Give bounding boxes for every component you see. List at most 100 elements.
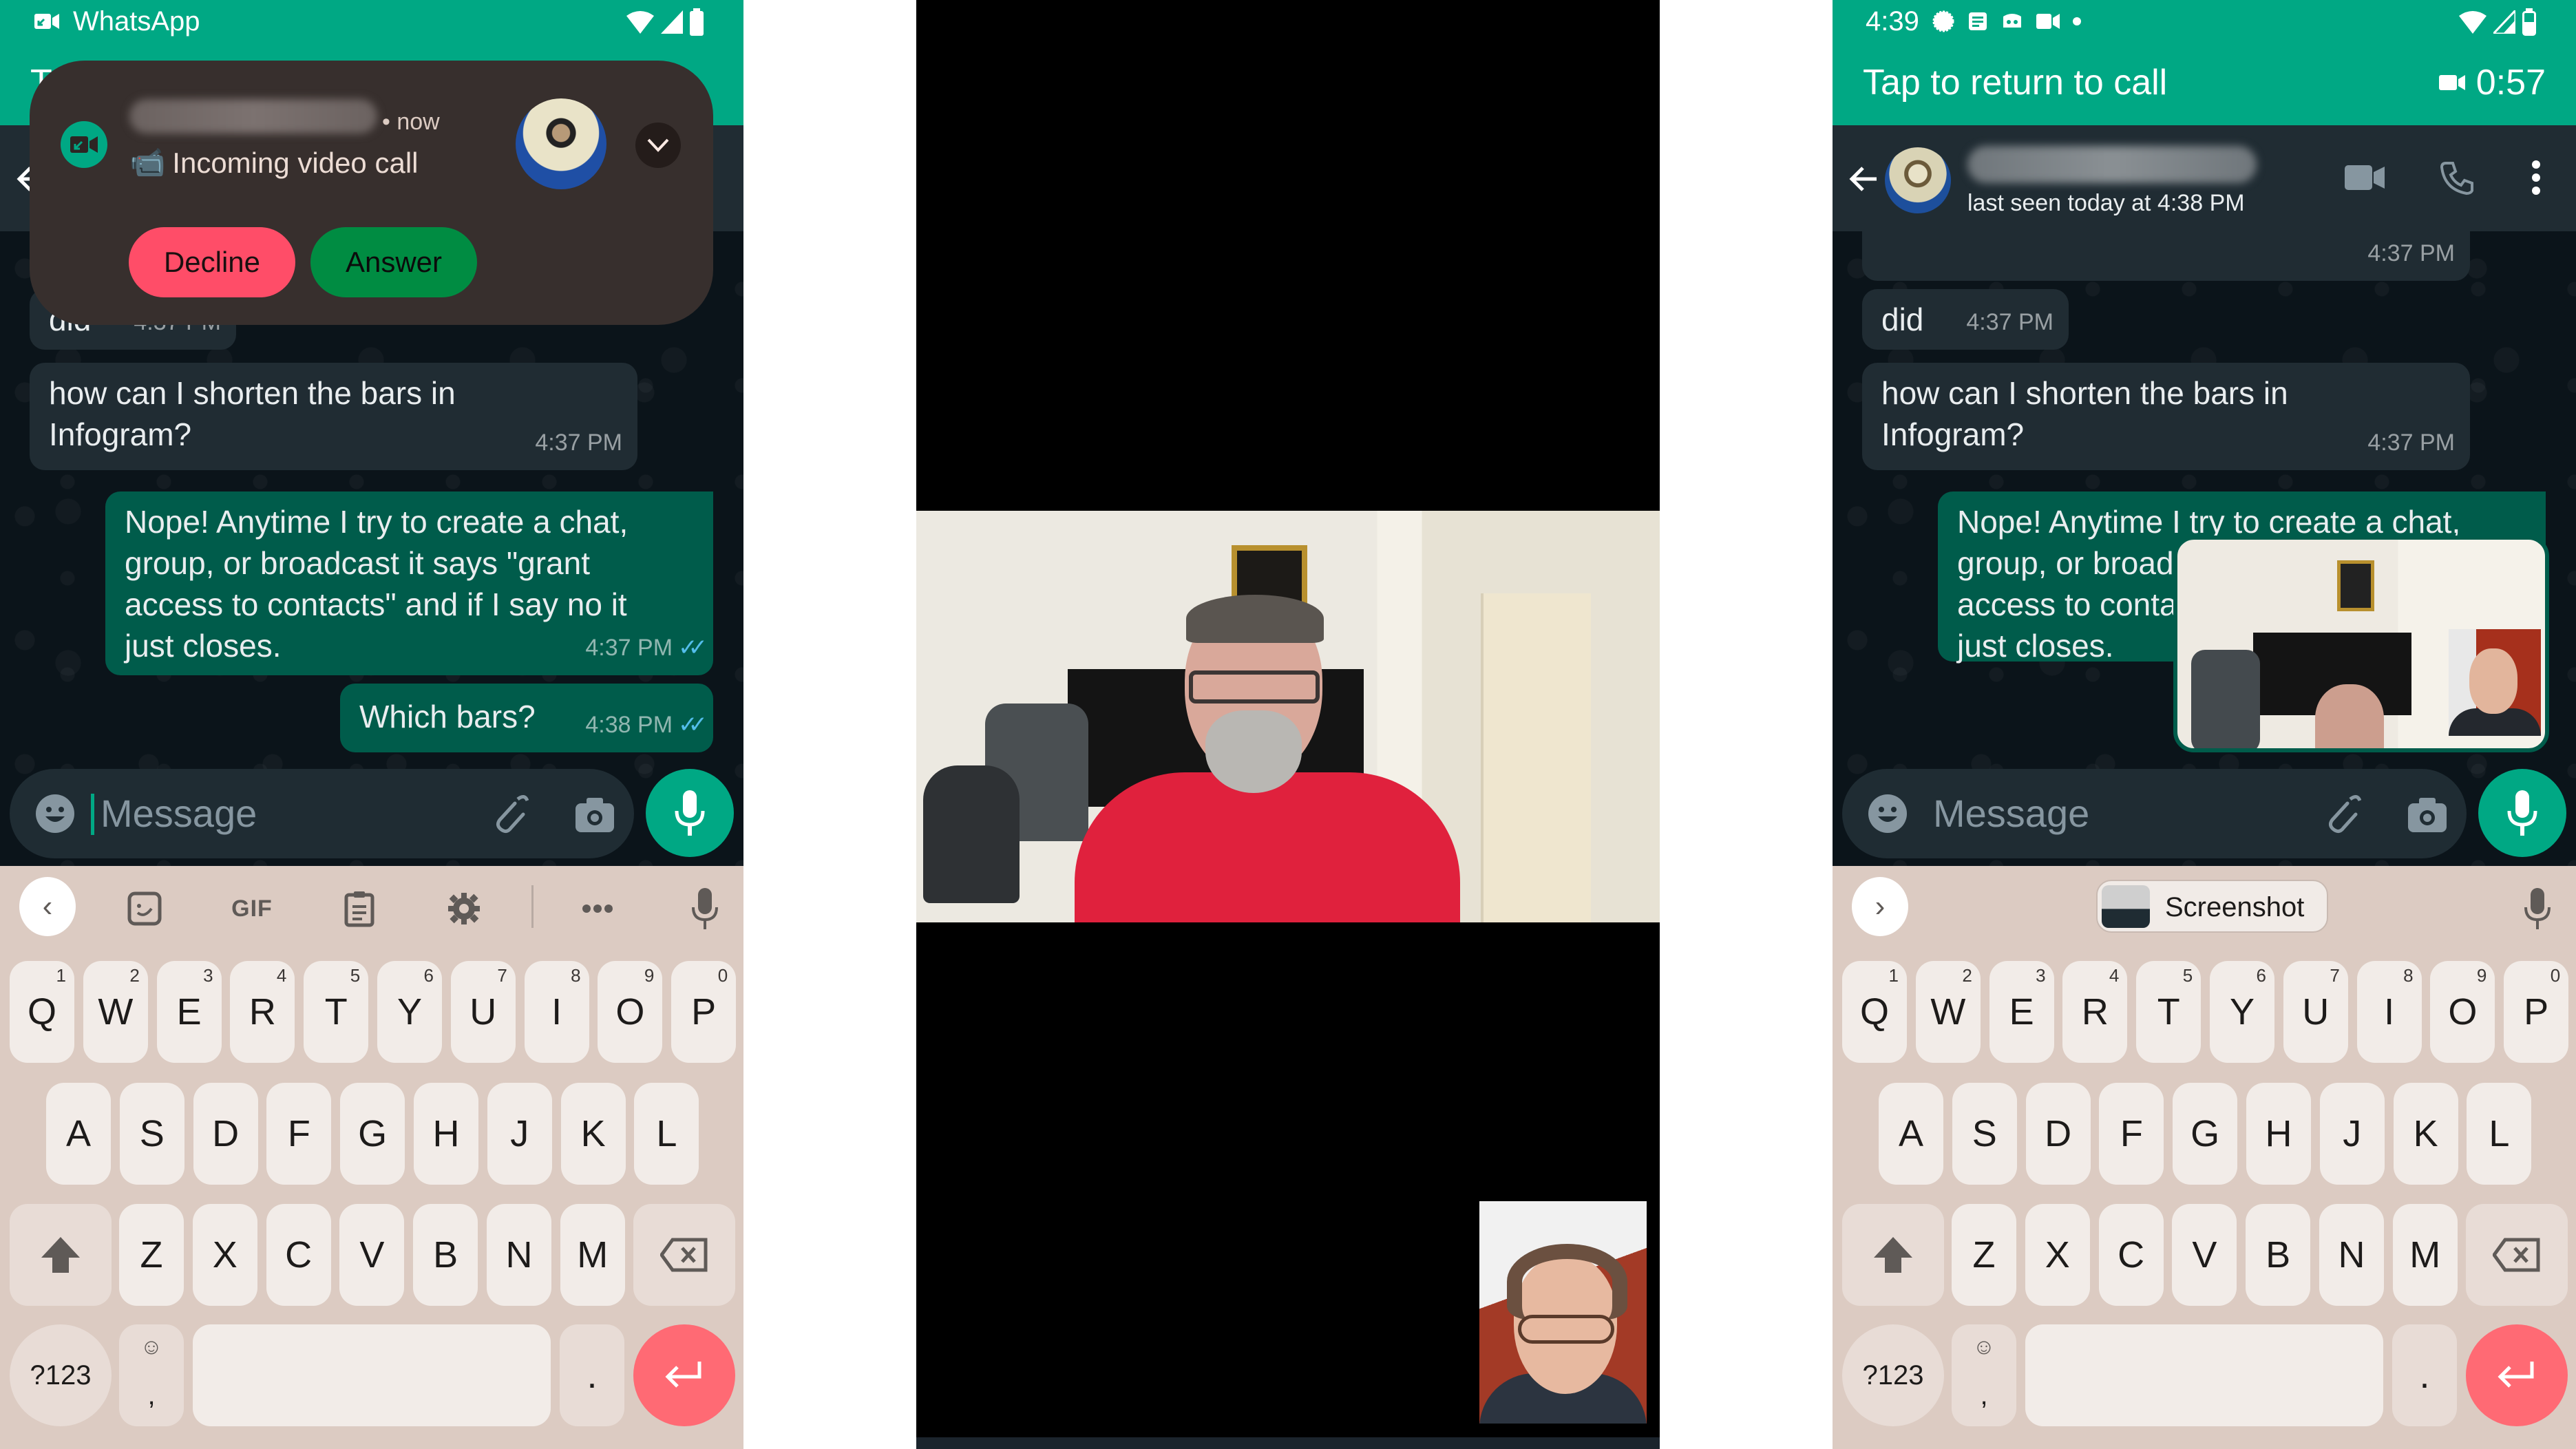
key-h[interactable]: H: [2246, 1083, 2311, 1185]
key-r[interactable]: R4: [230, 961, 295, 1063]
key-z[interactable]: Z: [119, 1204, 184, 1306]
key-w[interactable]: W2: [83, 961, 148, 1063]
more-options-button[interactable]: [570, 881, 625, 936]
collapse-toolbar-button[interactable]: ‹: [19, 877, 76, 936]
contact-name-redacted[interactable]: [1967, 146, 2257, 183]
comma-emoji-key[interactable]: ☺,: [119, 1324, 184, 1426]
remote-video-feed[interactable]: [916, 511, 1660, 922]
key-g[interactable]: G: [340, 1083, 405, 1185]
key-b[interactable]: B: [413, 1204, 478, 1306]
backspace-key[interactable]: [2466, 1204, 2568, 1306]
return-to-call-bar[interactable]: Tap to return to call 0:57: [1833, 43, 2576, 125]
key-c[interactable]: C: [266, 1204, 331, 1306]
backspace-key[interactable]: [633, 1204, 735, 1306]
key-t[interactable]: T5: [304, 961, 369, 1063]
enter-key[interactable]: [633, 1324, 735, 1426]
symbols-key[interactable]: ?123: [10, 1324, 112, 1426]
attach-icon[interactable]: [2320, 794, 2361, 835]
key-k[interactable]: K: [560, 1083, 626, 1185]
key-m[interactable]: M: [560, 1204, 625, 1306]
clipboard-button[interactable]: [332, 881, 387, 936]
key-x[interactable]: X: [2025, 1204, 2090, 1306]
voice-call-button[interactable]: [2436, 156, 2480, 200]
key-n[interactable]: N: [487, 1204, 551, 1306]
key-i[interactable]: I8: [524, 961, 589, 1063]
message-input[interactable]: Message: [1933, 791, 2089, 836]
sticker-button[interactable]: [117, 881, 172, 936]
more-options-button[interactable]: [2514, 156, 2558, 200]
key-y[interactable]: Y6: [2210, 961, 2274, 1063]
key-u[interactable]: U7: [2283, 961, 2348, 1063]
key-m[interactable]: M: [2392, 1204, 2458, 1306]
key-j[interactable]: J: [487, 1083, 552, 1185]
enter-key[interactable]: [2466, 1324, 2568, 1426]
key-a[interactable]: A: [1879, 1083, 1943, 1185]
symbols-key[interactable]: ?123: [1842, 1324, 1944, 1426]
voice-message-button[interactable]: [2478, 769, 2566, 857]
key-l[interactable]: L: [2467, 1083, 2532, 1185]
key-o[interactable]: O9: [598, 961, 663, 1063]
comma-emoji-key[interactable]: ☺,: [1952, 1324, 2016, 1426]
settings-button[interactable]: [436, 881, 492, 936]
shift-key[interactable]: [10, 1204, 112, 1306]
camera-icon[interactable]: [2407, 795, 2448, 834]
key-f[interactable]: F: [266, 1083, 332, 1185]
back-arrow-icon[interactable]: [1845, 160, 1883, 198]
key-s[interactable]: S: [1952, 1083, 2017, 1185]
key-p[interactable]: P0: [2504, 961, 2569, 1063]
emoji-icon[interactable]: [1867, 793, 1908, 834]
self-video-feed[interactable]: [1479, 1201, 1647, 1424]
space-key[interactable]: [2025, 1324, 2383, 1426]
key-p[interactable]: P0: [671, 961, 737, 1063]
key-g[interactable]: G: [2173, 1083, 2238, 1185]
gif-button[interactable]: GIF: [224, 881, 279, 936]
key-j[interactable]: J: [2319, 1083, 2385, 1185]
attach-icon[interactable]: [487, 794, 529, 835]
key-f[interactable]: F: [2099, 1083, 2164, 1185]
key-s[interactable]: S: [119, 1083, 184, 1185]
key-v[interactable]: V: [2172, 1204, 2237, 1306]
key-x[interactable]: X: [192, 1204, 257, 1306]
key-u[interactable]: U7: [450, 961, 516, 1063]
contact-avatar[interactable]: [1885, 147, 1951, 213]
emoji-icon[interactable]: [34, 793, 76, 834]
space-key[interactable]: [193, 1324, 551, 1426]
period-key[interactable]: .: [560, 1324, 624, 1426]
key-k[interactable]: K: [2393, 1083, 2458, 1185]
period-key[interactable]: .: [2392, 1324, 2457, 1426]
voice-input-button[interactable]: [677, 881, 732, 936]
key-c[interactable]: C: [2098, 1204, 2164, 1306]
screenshot-suggestion-chip[interactable]: Screenshot: [2096, 880, 2328, 933]
key-d[interactable]: D: [2025, 1083, 2091, 1185]
answer-call-button[interactable]: Answer: [310, 227, 477, 297]
key-q[interactable]: Q1: [1842, 961, 1907, 1063]
key-t[interactable]: T5: [2136, 961, 2202, 1063]
key-q[interactable]: Q1: [10, 961, 74, 1063]
key-e[interactable]: E3: [156, 961, 222, 1063]
key-n[interactable]: N: [2319, 1204, 2384, 1306]
key-h[interactable]: H: [414, 1083, 478, 1185]
picture-in-picture-call[interactable]: [2173, 536, 2549, 752]
key-b[interactable]: B: [2246, 1204, 2311, 1306]
key-r[interactable]: R4: [2062, 961, 2128, 1063]
key-l[interactable]: L: [634, 1083, 699, 1185]
incoming-call-notification[interactable]: • now 📹 Incoming video call Decline Answ…: [30, 61, 713, 325]
voice-input-button[interactable]: [2510, 881, 2565, 936]
key-w[interactable]: W2: [1915, 961, 1981, 1063]
key-v[interactable]: V: [339, 1204, 405, 1306]
key-o[interactable]: O9: [2430, 961, 2495, 1063]
expand-notification-button[interactable]: [635, 123, 681, 168]
expand-toolbar-button[interactable]: ›: [1852, 877, 1908, 936]
key-a[interactable]: A: [46, 1083, 111, 1185]
message-input[interactable]: Message: [101, 791, 257, 836]
key-d[interactable]: D: [193, 1083, 258, 1185]
camera-icon[interactable]: [574, 795, 615, 834]
video-call-button[interactable]: [2343, 156, 2387, 200]
key-z[interactable]: Z: [1952, 1204, 2016, 1306]
decline-call-button[interactable]: Decline: [129, 227, 295, 297]
shift-key[interactable]: [1842, 1204, 1944, 1306]
key-y[interactable]: Y6: [377, 961, 442, 1063]
voice-message-button[interactable]: [646, 769, 734, 857]
key-i[interactable]: I8: [2356, 961, 2422, 1063]
key-e[interactable]: E3: [1989, 961, 2054, 1063]
